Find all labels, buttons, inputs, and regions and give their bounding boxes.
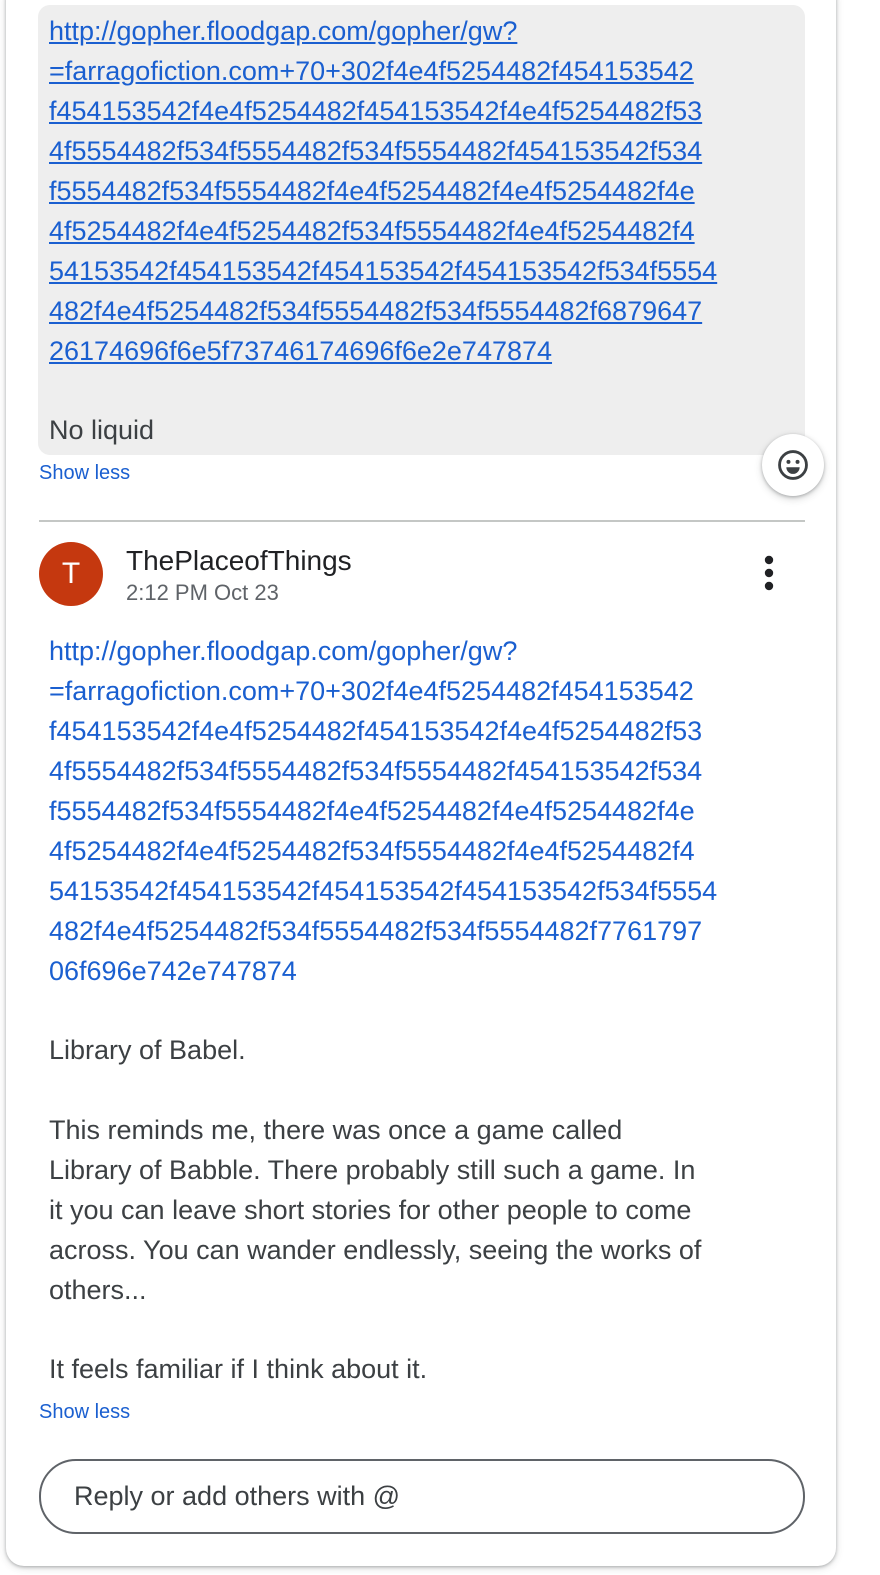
comment-line: others...	[49, 1275, 147, 1305]
link-line[interactable]: http://gopher.floodgap.com/gopher/gw?	[49, 631, 517, 671]
link-line[interactable]: 4f5554482f534f5554482f534f5554482f454153…	[49, 131, 702, 171]
link-line[interactable]: f5554482f534f5554482f4e4f5254482f4e4f525…	[49, 791, 695, 831]
link-line[interactable]: f454153542f4e4f5254482f454153542f4e4f525…	[49, 91, 702, 131]
link-line[interactable]: 4f5554482f534f5554482f534f5554482f454153…	[49, 751, 702, 791]
comment-line: This reminds me, there was once a game c…	[49, 1115, 623, 1145]
add-reaction-button[interactable]	[762, 434, 824, 496]
reply-input[interactable]: Reply or add others with @	[39, 1459, 805, 1534]
comment-paragraph: Library of Babel.	[49, 1035, 246, 1065]
comment-line: Library of Babble. There probably still …	[49, 1155, 696, 1185]
link-line[interactable]: http://gopher.floodgap.com/gopher/gw?	[49, 11, 517, 51]
link-line[interactable]: 482f4e4f5254482f534f5554482f534f5554482f…	[49, 291, 702, 331]
link-line[interactable]: =farragofiction.com+70+302f4e4f5254482f4…	[49, 671, 694, 711]
show-less-link[interactable]: Show less	[39, 461, 130, 485]
show-less-link[interactable]: Show less	[39, 1400, 130, 1424]
comment-timestamp: 2:12 PM Oct 23	[126, 580, 279, 605]
comment-line: it you can leave short stories for other…	[49, 1195, 692, 1225]
reply-placeholder: Reply or add others with @	[74, 1481, 401, 1511]
comment-divider	[39, 520, 805, 522]
link-line[interactable]: 482f4e4f5254482f534f5554482f534f5554482f…	[49, 911, 702, 951]
link-line[interactable]: 4f5254482f4e4f5254482f534f5554482f4e4f52…	[49, 211, 695, 251]
avatar[interactable]: T	[39, 542, 103, 606]
comment-author: ThePlaceofThings	[126, 545, 352, 576]
more-vert-icon	[764, 555, 774, 591]
link-line[interactable]: 54153542f454153542f454153542f454153542f5…	[49, 251, 717, 291]
link-line[interactable]: 4f5254482f4e4f5254482f534f5554482f4e4f52…	[49, 831, 695, 871]
first-comment-text: No liquid	[49, 415, 155, 445]
link-line[interactable]: 26174696f6e5f73746174696f6e2e747874	[49, 331, 552, 371]
link-line[interactable]: f5554482f534f5554482f4e4f5254482f4e4f525…	[49, 171, 695, 211]
comment-paragraph: It feels familiar if I think about it.	[49, 1354, 428, 1384]
comment-line: across. You can wander endlessly, seeing…	[49, 1235, 702, 1265]
link-line[interactable]: f454153542f4e4f5254482f454153542f4e4f525…	[49, 711, 702, 751]
more-options-button[interactable]	[748, 552, 790, 594]
smiley-add-reaction-icon	[778, 450, 808, 480]
link-line[interactable]: 06f696e742e747874	[49, 951, 297, 991]
link-line[interactable]: 54153542f454153542f454153542f454153542f5…	[49, 871, 717, 911]
link-line[interactable]: =farragofiction.com+70+302f4e4f5254482f4…	[49, 51, 694, 91]
